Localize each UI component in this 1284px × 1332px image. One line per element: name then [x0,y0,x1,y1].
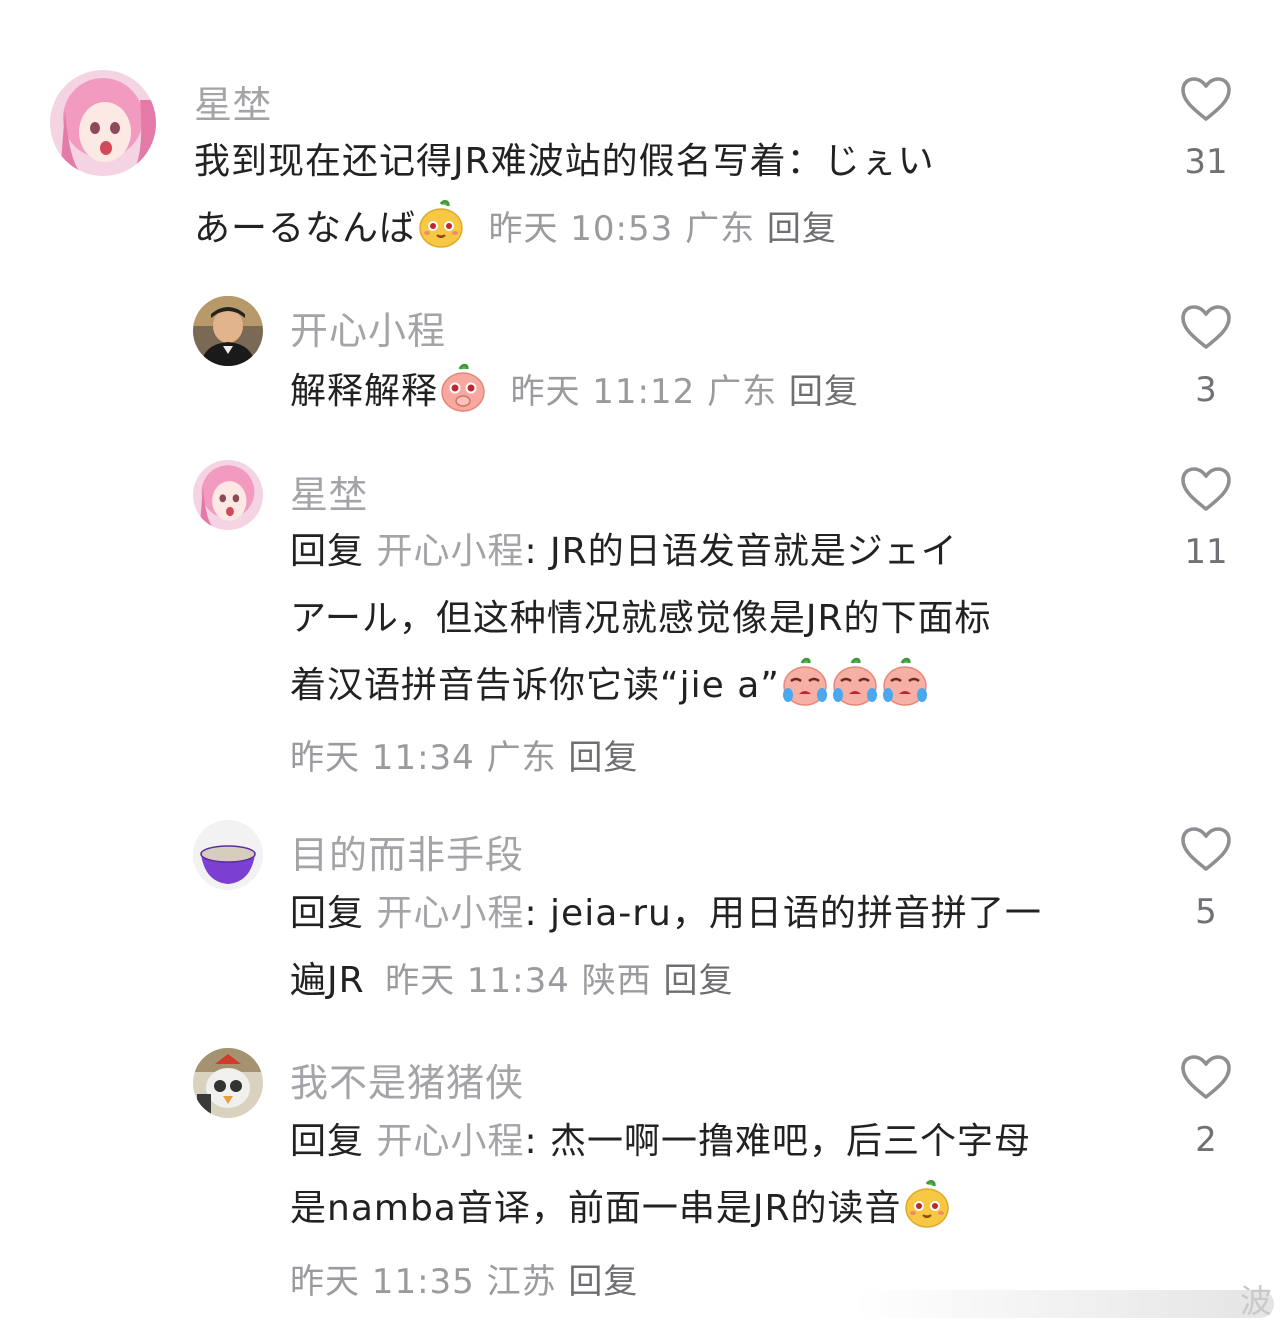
comment-text-line: あーるなんば 昨天 10:53 广东 回复 [194,195,1094,263]
comment-text-line3: 着汉语拼音告诉你它读“jie a” [290,665,780,706]
comment-text-line: 解释解释 [290,371,439,412]
avatar[interactable] [50,70,156,176]
like-button[interactable] [1180,466,1232,512]
comment-location: 广东 [486,738,557,778]
comment-text-line: 回复 开心小程: JR的日语发音就是ジェイ [290,518,1130,585]
like-button[interactable] [1180,1054,1232,1100]
heart-icon [1180,304,1232,350]
reply-target-username[interactable]: 开心小程 [376,531,524,572]
reply-prefix: 回复 [290,531,365,572]
comment-text-line1: : 杰一啊一撸难吧，后三个字母 [524,1121,1032,1162]
heart-icon [1180,826,1232,872]
like-count: 2 [1195,1120,1217,1160]
yellow-smile-emoji-icon [902,1180,952,1230]
comment-time: 昨天 11:34 [290,738,475,778]
like-button[interactable] [1180,304,1232,350]
comment-text-line: 遍JR 昨天 11:34 陕西 回复 [290,947,1150,1015]
heart-icon [1180,1054,1232,1100]
avatar[interactable] [193,1048,263,1118]
reply-prefix: 回复 [290,893,365,934]
comment-username[interactable]: 目的而非手段 [290,824,524,879]
watermark-bar [854,1290,1274,1318]
comment-location: 广东 [685,209,756,249]
like-button[interactable] [1180,76,1232,122]
comment-text: 回复 开心小程: jeia-ru，用日语的拼音拼了一 遍JR 昨天 11:34 … [290,880,1150,1015]
like-count: 11 [1184,532,1228,572]
reply-target-username[interactable]: 开心小程 [376,1121,524,1162]
heart-icon [1180,466,1232,512]
comment-text-line2: アール，但这种情况就感觉像是JR的下面标 [290,598,992,639]
comment-text-line: 我到现在还记得JR难波站的假名写着：じぇい [194,141,935,182]
comment-time: 昨天 11:12 [510,372,696,412]
comment-username[interactable]: 开心小程 [290,300,446,355]
comment-text-line2: 遍JR [290,960,365,1001]
pink-crying-emoji-icon [830,657,880,707]
pink-crying-emoji-icon [780,657,830,707]
comment-meta: 昨天 10:53 广东 回复 [488,209,836,249]
reply-target-username[interactable]: 开心小程 [376,893,524,934]
pink-crying-emoji-icon [880,657,930,707]
reply-button[interactable]: 回复 [568,738,638,778]
comment-meta: 昨天 11:34 陕西 回复 [385,961,733,1001]
comment-text-cont: あーるなんば [194,208,417,249]
comment-username[interactable]: 星埜 [194,74,272,129]
comment-text-line1: : JR的日语发音就是ジェイ [524,531,958,572]
like-button[interactable] [1180,826,1232,872]
comment-time: 昨天 11:35 [290,1262,475,1302]
comment-username[interactable]: 我不是猪猪侠 [290,1052,524,1107]
like-count: 5 [1195,892,1217,932]
comment-username[interactable]: 星埜 [290,464,368,519]
like-count: 3 [1195,370,1217,410]
reply-button[interactable]: 回复 [664,961,734,1001]
reply-prefix: 回复 [290,1121,365,1162]
reply-button[interactable]: 回复 [789,372,859,412]
avatar[interactable] [193,460,263,530]
comment-location: 广东 [707,372,778,412]
comment-text: 解释解释 昨天 11:12 广东 回复 [290,358,1110,426]
comment-time: 昨天 11:34 [385,961,570,1001]
comment-text-line: 着汉语拼音告诉你它读“jie a” [290,652,1130,719]
pink-pleading-emoji-icon [438,363,488,413]
yellow-smile-emoji-icon [416,200,466,250]
watermark: 波 [1239,1282,1272,1320]
comment-text-line: 回复 开心小程: jeia-ru，用日语的拼音拼了一 [290,880,1150,947]
reply-button[interactable]: 回复 [568,1262,638,1302]
comment-meta: 昨天 11:35 江苏 回复 [290,1254,638,1303]
comment-meta: 昨天 11:12 广东 回复 [510,372,858,412]
comment-meta: 昨天 11:34 广东 回复 [290,730,638,779]
avatar[interactable] [193,820,263,890]
comment-text: 我到现在还记得JR难波站的假名写着：じぇい あーるなんば 昨天 10:53 广东… [194,128,1094,263]
comment-text: 回复 开心小程: JR的日语发音就是ジェイ アール，但这种情况就感觉像是JR的下… [290,518,1130,719]
like-count: 31 [1184,142,1228,182]
comment-time: 昨天 10:53 [488,209,674,249]
comment-text-line2: 是namba音译，前面一串是JR的读音 [290,1188,902,1229]
comment-text-line: 回复 开心小程: 杰一啊一撸难吧，后三个字母 [290,1108,1150,1175]
comment-location: 陕西 [581,961,652,1001]
comment-text: 回复 开心小程: 杰一啊一撸难吧，后三个字母 是namba音译，前面一串是JR的… [290,1108,1150,1242]
reply-button[interactable]: 回复 [767,209,837,249]
heart-icon [1180,76,1232,122]
comment-location: 江苏 [486,1262,557,1302]
comment-text-line: 是namba音译，前面一串是JR的读音 [290,1175,1150,1242]
comment-text-line1: : jeia-ru，用日语的拼音拼了一 [524,893,1042,934]
avatar[interactable] [193,296,263,366]
